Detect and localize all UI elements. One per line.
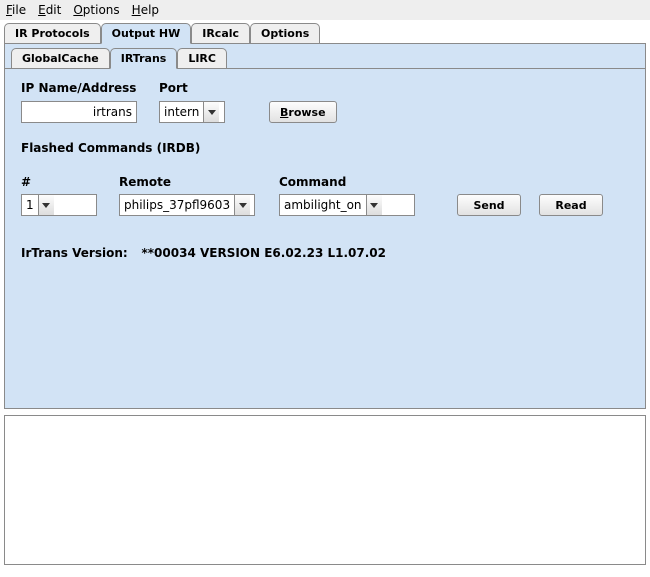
chevron-down-icon [203, 102, 219, 122]
ip-address-input[interactable] [21, 101, 137, 123]
chevron-down-icon [38, 195, 54, 215]
port-select[interactable]: intern [159, 101, 225, 123]
menu-help[interactable]: Help [132, 3, 159, 17]
irtrans-content: IP Name/Address Port intern Browse Flash… [5, 68, 645, 408]
col-command-label: Command [279, 175, 439, 189]
flashed-commands-title: Flashed Commands (IRDB) [21, 141, 629, 155]
port-select-value: intern [160, 102, 203, 122]
inner-tabrow: GlobalCache IRTrans LIRC [5, 44, 645, 68]
menu-edit[interactable]: Edit [38, 3, 61, 17]
chevron-down-icon [366, 195, 382, 215]
send-button[interactable]: Send [457, 194, 521, 216]
col-number-label: # [21, 175, 119, 189]
version-value: **00034 VERSION E6.02.23 L1.07.02 [142, 246, 386, 260]
number-select[interactable]: 1 [21, 194, 97, 216]
outer-tabrow: IR Protocols Output HW IRcalc Options [4, 22, 650, 43]
remote-select-value: philips_37pfl9603 [120, 195, 234, 215]
ip-label: IP Name/Address [21, 81, 159, 95]
tab-ir-protocols[interactable]: IR Protocols [4, 23, 101, 43]
browse-button[interactable]: Browse [269, 101, 337, 123]
version-label: IrTrans Version: [21, 246, 128, 260]
col-remote-label: Remote [119, 175, 279, 189]
output-hw-panel: GlobalCache IRTrans LIRC IP Name/Address… [4, 43, 646, 409]
chevron-down-icon [234, 195, 250, 215]
log-pane[interactable] [4, 415, 646, 565]
tab-lirc[interactable]: LIRC [177, 48, 227, 68]
command-select[interactable]: ambilight_on [279, 194, 415, 216]
tab-output-hw[interactable]: Output HW [101, 23, 192, 44]
read-button[interactable]: Read [539, 194, 603, 216]
remote-select[interactable]: philips_37pfl9603 [119, 194, 255, 216]
command-select-value: ambilight_on [280, 195, 366, 215]
menu-file[interactable]: File [6, 3, 26, 17]
menu-options[interactable]: Options [73, 3, 119, 17]
tab-ircalc[interactable]: IRcalc [191, 23, 250, 43]
number-select-value: 1 [22, 195, 38, 215]
tab-irtrans[interactable]: IRTrans [110, 48, 178, 69]
version-row: IrTrans Version: **00034 VERSION E6.02.2… [21, 246, 629, 260]
tab-globalcache[interactable]: GlobalCache [11, 48, 110, 68]
port-label: Port [159, 81, 249, 95]
tab-options[interactable]: Options [250, 23, 320, 43]
menu-bar: File Edit Options Help [0, 0, 650, 20]
